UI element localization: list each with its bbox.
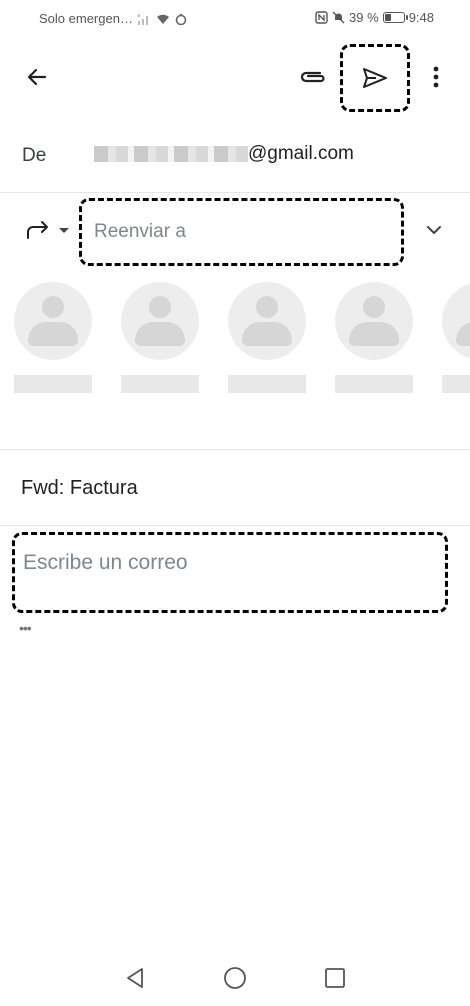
more-options-button[interactable]: [420, 56, 452, 98]
avatar-placeholder-icon: [335, 282, 413, 360]
triangle-back-icon: [127, 968, 143, 988]
redacted-email-user: [94, 146, 248, 162]
name-placeholder: [14, 375, 92, 393]
clock: 9:48: [408, 10, 434, 25]
from-label: De: [22, 145, 47, 166]
avatar-placeholder-icon: [442, 282, 470, 360]
to-placeholder: Reenviar a: [94, 221, 186, 242]
arrow-left-icon: [27, 68, 47, 86]
attach-button[interactable]: [292, 56, 334, 98]
signal-icon: ×: [137, 14, 148, 25]
paperclip-icon: [300, 71, 325, 83]
body-field[interactable]: Escribe un correo: [12, 532, 448, 613]
show-quoted-text-button[interactable]: •••: [19, 620, 32, 636]
contact-suggestion[interactable]: [121, 282, 199, 393]
divider: [0, 525, 470, 526]
status-left: Solo emergen… ×: [39, 11, 187, 26]
contact-suggestion[interactable]: [228, 282, 306, 393]
reply-mode-selector[interactable]: [18, 212, 78, 248]
contact-suggestion[interactable]: [335, 282, 413, 393]
divider: [0, 449, 470, 450]
divider: [0, 192, 470, 193]
circle-home-icon: [224, 967, 246, 989]
notification-icon: [175, 13, 187, 25]
forward-icon: [27, 221, 48, 239]
from-account[interactable]: @gmail.com: [94, 143, 354, 165]
subject-field[interactable]: Fwd: Factura: [21, 477, 138, 500]
from-email-domain: @gmail.com: [248, 143, 354, 164]
nfc-icon: [315, 11, 328, 24]
system-navigation-bar: [0, 950, 470, 1006]
avatar-placeholder-icon: [228, 282, 306, 360]
nav-back-button[interactable]: [118, 960, 152, 996]
back-button[interactable]: [16, 56, 58, 98]
status-right: 39 % 9:48: [315, 10, 434, 25]
send-icon: [363, 68, 387, 88]
body-placeholder: Escribe un correo: [23, 551, 188, 574]
name-placeholder: [442, 375, 470, 393]
carrier-label: Solo emergen…: [39, 11, 133, 26]
wifi-icon: [156, 14, 169, 24]
svg-text:×: ×: [137, 14, 141, 20]
square-recents-icon: [325, 968, 345, 988]
expand-recipients-button[interactable]: [418, 214, 450, 246]
more-vertical-icon: [433, 66, 439, 88]
send-button[interactable]: [340, 44, 410, 112]
contact-suggestion[interactable]: [14, 282, 92, 393]
to-field[interactable]: Reenviar a: [79, 198, 404, 266]
mute-bell-icon: [332, 11, 345, 24]
avatar-placeholder-icon: [121, 282, 199, 360]
contact-suggestion-partial[interactable]: [442, 282, 470, 396]
dropdown-arrow-icon: [59, 228, 69, 233]
chevron-down-icon: [427, 226, 441, 234]
nav-recents-button[interactable]: [318, 960, 352, 996]
name-placeholder: [121, 375, 199, 393]
battery-percent: 39 %: [349, 10, 379, 25]
status-bar: Solo emergen… × 39 % 9:48: [0, 0, 470, 36]
battery-icon: [382, 12, 408, 23]
name-placeholder: [228, 375, 306, 393]
nav-home-button[interactable]: [218, 960, 252, 996]
avatar-placeholder-icon: [14, 282, 92, 360]
name-placeholder: [335, 375, 413, 393]
